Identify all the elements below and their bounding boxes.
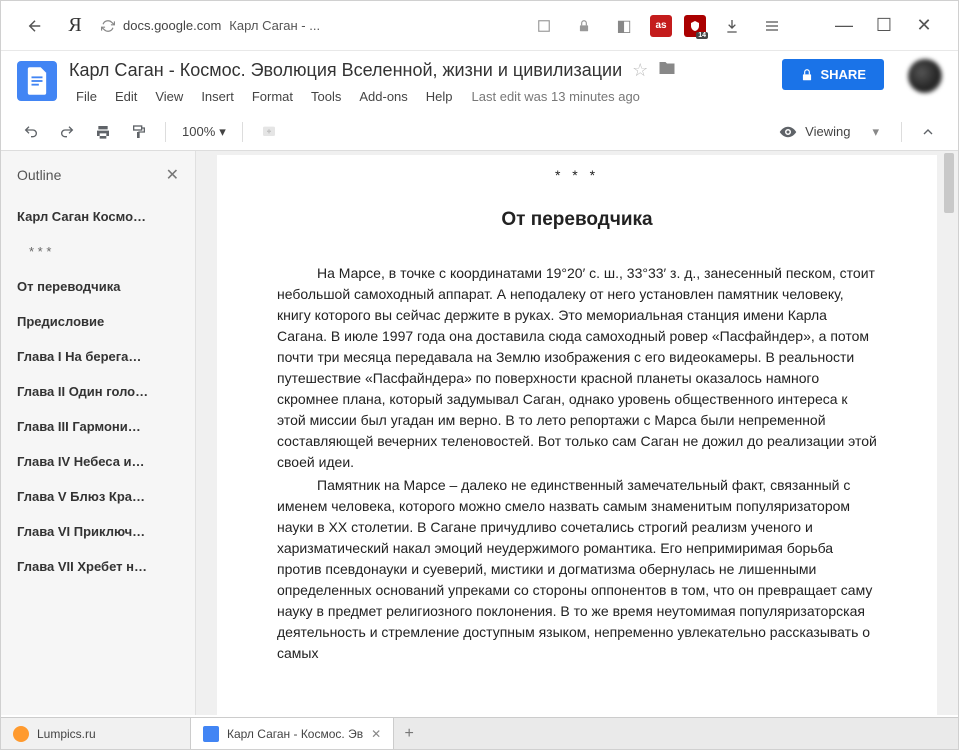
url-title: Карл Саган - ...: [229, 18, 320, 33]
menu-addons[interactable]: Add-ons: [352, 86, 414, 107]
menu-bar: File Edit View Insert Format Tools Add-o…: [69, 86, 770, 107]
new-tab-button[interactable]: +: [394, 725, 424, 743]
back-button[interactable]: [21, 12, 49, 40]
move-to-folder-icon[interactable]: [658, 59, 676, 82]
extension-lastfm-icon[interactable]: as: [650, 15, 672, 37]
outline-item[interactable]: Глава VI Приключ…: [1, 514, 195, 549]
docs-header: Карл Саган - Космос. Эволюция Вселенной,…: [1, 51, 958, 107]
zoom-value: 100%: [182, 124, 215, 139]
protect-icon[interactable]: ◧: [610, 12, 638, 40]
outline-item[interactable]: Глава VII Хребет н…: [1, 549, 195, 584]
scroll-thumb[interactable]: [944, 153, 954, 213]
browser-tab[interactable]: Карл Саган - Космос. Эв ✕: [191, 718, 394, 749]
yandex-logo-icon[interactable]: Я: [61, 12, 89, 40]
menu-view[interactable]: View: [148, 86, 190, 107]
outline-title: Outline: [17, 167, 61, 183]
menu-hamburger-icon[interactable]: [758, 12, 786, 40]
share-button[interactable]: SHARE: [782, 59, 884, 90]
menu-file[interactable]: File: [69, 86, 104, 107]
docs-toolbar: 100% ▾ Viewing ▾: [1, 113, 958, 151]
outline-item[interactable]: Карл Саган Космо…: [1, 199, 195, 234]
address-bar[interactable]: docs.google.com Карл Саган - ...: [101, 18, 518, 33]
outline-item[interactable]: Глава III Гармони…: [1, 409, 195, 444]
eye-icon: [779, 123, 797, 141]
window-minimize-button[interactable]: —: [830, 12, 858, 40]
browser-tab[interactable]: Lumpics.ru: [1, 718, 191, 749]
window-maximize-button[interactable]: ☐: [870, 12, 898, 40]
account-avatar[interactable]: [908, 59, 942, 93]
add-comment-button[interactable]: [255, 118, 283, 146]
outline-item[interactable]: Глава IV Небеса и…: [1, 444, 195, 479]
share-label: SHARE: [820, 67, 866, 82]
viewing-label: Viewing: [805, 124, 850, 139]
outline-item[interactable]: От переводчика: [1, 269, 195, 304]
last-edit-label[interactable]: Last edit was 13 minutes ago: [472, 89, 640, 104]
tab-label: Lumpics.ru: [37, 727, 96, 741]
star-icon[interactable]: ☆: [632, 60, 648, 81]
vertical-scrollbar[interactable]: [942, 151, 956, 715]
browser-tab-bar: Lumpics.ru Карл Саган - Космос. Эв ✕ +: [1, 717, 958, 749]
docs-logo-icon[interactable]: [17, 61, 57, 101]
hide-menus-button[interactable]: [914, 118, 942, 146]
mode-selector[interactable]: Viewing ▾: [769, 119, 889, 145]
browser-toolbar: Я docs.google.com Карл Саган - ... ◧ as …: [1, 1, 958, 51]
outline-item[interactable]: * * *: [1, 234, 195, 269]
outline-item[interactable]: Предисловие: [1, 304, 195, 339]
reader-mode-icon[interactable]: [530, 12, 558, 40]
menu-edit[interactable]: Edit: [108, 86, 144, 107]
outline-item[interactable]: Глава I На берега…: [1, 339, 195, 374]
lock-icon: [800, 68, 814, 82]
chevron-down-icon: ▾: [872, 124, 879, 140]
paint-format-button[interactable]: [125, 118, 153, 146]
outline-list: Карл Саган Космо… * * * От переводчика П…: [1, 199, 195, 584]
reload-icon[interactable]: [101, 19, 115, 33]
menu-insert[interactable]: Insert: [194, 86, 241, 107]
document-title[interactable]: Карл Саган - Космос. Эволюция Вселенной,…: [69, 60, 622, 81]
tab-label: Карл Саган - Космос. Эв: [227, 727, 363, 741]
extension-ublock-icon[interactable]: [684, 15, 706, 37]
document-page: * * * От переводчика На Марсе, в точке с…: [217, 155, 937, 715]
menu-tools[interactable]: Tools: [304, 86, 348, 107]
close-tab-button[interactable]: ✕: [371, 727, 381, 741]
body-paragraph: Памятник на Марсе – далеко не единственн…: [277, 475, 877, 664]
main-area: Outline ✕ Карл Саган Космо… * * * От пер…: [1, 151, 958, 715]
favicon-icon: [203, 726, 219, 742]
downloads-icon[interactable]: [718, 12, 746, 40]
redo-button[interactable]: [53, 118, 81, 146]
outline-item[interactable]: Глава V Блюз Кра…: [1, 479, 195, 514]
section-heading: От переводчика: [277, 206, 877, 235]
undo-button[interactable]: [17, 118, 45, 146]
favicon-icon: [13, 726, 29, 742]
url-host: docs.google.com: [123, 18, 221, 33]
chevron-down-icon: ▾: [219, 124, 226, 140]
outline-panel: Outline ✕ Карл Саган Космо… * * * От пер…: [1, 151, 196, 715]
menu-format[interactable]: Format: [245, 86, 300, 107]
close-outline-button[interactable]: ✕: [166, 165, 179, 185]
body-paragraph: На Марсе, в точке с координатами 19°20′ …: [277, 263, 877, 473]
print-button[interactable]: [89, 118, 117, 146]
outline-item[interactable]: Глава II Один голо…: [1, 374, 195, 409]
lock-icon[interactable]: [570, 12, 598, 40]
window-close-button[interactable]: ✕: [910, 12, 938, 40]
document-canvas[interactable]: * * * От переводчика На Марсе, в точке с…: [196, 151, 958, 715]
menu-help[interactable]: Help: [419, 86, 460, 107]
zoom-select[interactable]: 100% ▾: [178, 124, 230, 140]
section-separator: * * *: [277, 165, 877, 186]
